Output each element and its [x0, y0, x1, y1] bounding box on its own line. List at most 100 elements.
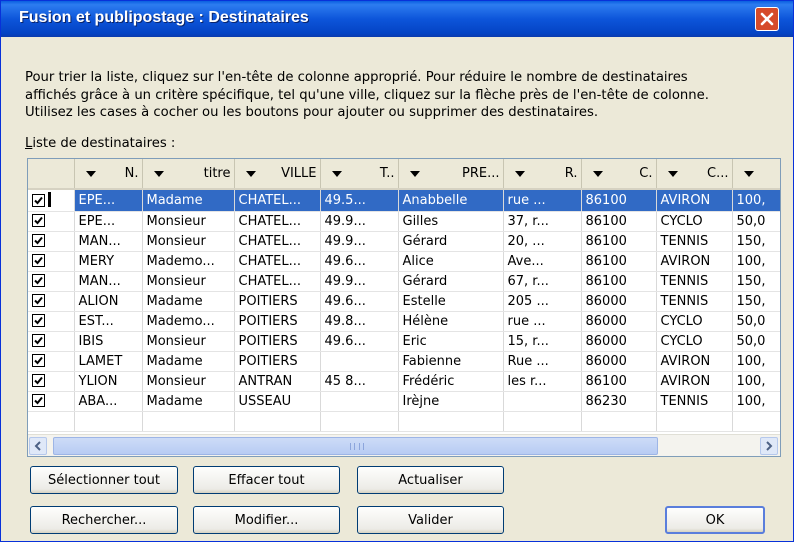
- column-header[interactable]: R.: [503, 159, 582, 190]
- table-cell[interactable]: Monsieur: [142, 331, 235, 352]
- table-cell[interactable]: 15, r...: [503, 331, 582, 352]
- table-cell[interactable]: [74, 411, 143, 432]
- table-cell[interactable]: [142, 411, 235, 432]
- filter-dropdown-icon[interactable]: [743, 170, 754, 177]
- row-checkbox[interactable]: [32, 294, 45, 307]
- table-cell[interactable]: AVIRON: [656, 351, 733, 372]
- column-header[interactable]: C.: [581, 159, 657, 190]
- table-cell[interactable]: Madame: [142, 291, 235, 312]
- table-cell[interactable]: 49.6...: [320, 331, 399, 352]
- table-cell[interactable]: 67, r...: [503, 271, 582, 292]
- table-cell[interactable]: AVIRON: [656, 189, 733, 212]
- row-checkbox[interactable]: [32, 274, 45, 287]
- table-cell[interactable]: EST...: [74, 311, 143, 332]
- table-cell[interactable]: 45 8...: [320, 371, 399, 392]
- table-row[interactable]: ABA... Madame USSEAU Irèjne 86230 TENNIS 100,: [28, 391, 780, 412]
- title-bar[interactable]: Fusion et publipostage : Destinataires: [1, 1, 793, 37]
- table-cell[interactable]: MAN...: [74, 231, 143, 252]
- table-cell[interactable]: Monsieur: [142, 271, 235, 292]
- table-cell[interactable]: TENNIS: [656, 231, 733, 252]
- row-checkbox[interactable]: [32, 374, 45, 387]
- table-cell[interactable]: 86000: [581, 351, 657, 372]
- table-cell[interactable]: 150,: [732, 271, 780, 292]
- table-cell[interactable]: CYCLO: [656, 331, 733, 352]
- table-cell[interactable]: Mademo...: [142, 311, 235, 332]
- table-cell[interactable]: [503, 411, 582, 432]
- table-cell[interactable]: 37, r...: [503, 211, 582, 232]
- table-cell[interactable]: 49.6...: [320, 291, 399, 312]
- table-cell[interactable]: [320, 411, 399, 432]
- table-cell[interactable]: Madame: [142, 351, 235, 372]
- table-cell[interactable]: 100,: [732, 251, 780, 272]
- table-row[interactable]: MAN... Monsieur CHATEL... 49.9... Gérard 20, …: [28, 231, 780, 252]
- table-cell[interactable]: CHATEL...: [234, 231, 321, 252]
- table-cell[interactable]: TENNIS: [656, 391, 733, 412]
- table-cell[interactable]: ANTRAN: [234, 371, 321, 392]
- filter-dropdown-icon[interactable]: [409, 170, 420, 177]
- table-cell[interactable]: Hélène: [398, 311, 504, 332]
- table-cell[interactable]: CYCLO: [656, 211, 733, 232]
- table-cell[interactable]: [581, 411, 657, 432]
- table-cell[interactable]: Gérard: [398, 271, 504, 292]
- table-cell[interactable]: Estelle: [398, 291, 504, 312]
- ok-button[interactable]: OK: [665, 506, 765, 534]
- table-cell[interactable]: [398, 411, 504, 432]
- table-cell[interactable]: Eric: [398, 331, 504, 352]
- table-cell[interactable]: [234, 411, 321, 432]
- table-cell[interactable]: 100,: [732, 371, 780, 392]
- table-cell[interactable]: 50,0: [732, 331, 780, 352]
- table-cell[interactable]: POITIERS: [234, 351, 321, 372]
- table-cell[interactable]: Alice: [398, 251, 504, 272]
- table-cell[interactable]: TENNIS: [656, 271, 733, 292]
- table-cell[interactable]: [503, 391, 582, 412]
- table-cell[interactable]: 86230: [581, 391, 657, 412]
- row-checkbox-cell[interactable]: [28, 351, 75, 372]
- table-cell[interactable]: rue ...: [503, 311, 582, 332]
- table-cell[interactable]: TENNIS: [656, 291, 733, 312]
- table-cell[interactable]: Mademo...: [142, 251, 235, 272]
- table-cell[interactable]: 100,: [732, 351, 780, 372]
- table-cell[interactable]: 49.9...: [320, 211, 399, 232]
- row-checkbox-cell[interactable]: [28, 189, 75, 212]
- table-row[interactable]: MAN... Monsieur CHATEL... 49.9... Gérard 67, …: [28, 271, 780, 292]
- scroll-left-button[interactable]: [29, 437, 47, 455]
- table-cell[interactable]: Frédéric: [398, 371, 504, 392]
- table-cell[interactable]: Rue ...: [503, 351, 582, 372]
- horizontal-scrollbar[interactable]: [28, 434, 780, 456]
- table-cell[interactable]: 86100: [581, 231, 657, 252]
- table-cell[interactable]: 100,: [732, 189, 780, 212]
- table-row[interactable]: EST... Mademo... POITIERS 49.8... Hélène rue …: [28, 311, 780, 332]
- table-cell[interactable]: Irèjne: [398, 391, 504, 412]
- table-cell[interactable]: Ave...: [503, 251, 582, 272]
- table-row[interactable]: LAMET Madame POITIERS Fabienne Rue ... 86000 A…: [28, 351, 780, 372]
- table-row[interactable]: [28, 411, 780, 432]
- table-cell[interactable]: 49.8...: [320, 311, 399, 332]
- table-cell[interactable]: 50,0: [732, 311, 780, 332]
- table-cell[interactable]: Madame: [142, 391, 235, 412]
- filter-dropdown-icon[interactable]: [85, 170, 96, 177]
- table-row[interactable]: ALION Madame POITIERS 49.6... Estelle 205 ...…: [28, 291, 780, 312]
- table-cell[interactable]: 20, ...: [503, 231, 582, 252]
- table-cell[interactable]: MERY: [74, 251, 143, 272]
- table-cell[interactable]: Monsieur: [142, 231, 235, 252]
- row-checkbox[interactable]: [32, 214, 45, 227]
- table-cell[interactable]: AVIRON: [656, 371, 733, 392]
- table-cell[interactable]: [320, 391, 399, 412]
- table-cell[interactable]: 86100: [581, 211, 657, 232]
- table-cell[interactable]: CHATEL...: [234, 251, 321, 272]
- row-checkbox-cell[interactable]: [28, 231, 75, 252]
- table-cell[interactable]: YLION: [74, 371, 143, 392]
- table-cell[interactable]: LAMET: [74, 351, 143, 372]
- table-cell[interactable]: CYCLO: [656, 311, 733, 332]
- row-checkbox[interactable]: [32, 194, 45, 207]
- table-cell[interactable]: 49.5...: [320, 189, 399, 212]
- table-cell[interactable]: 49.6...: [320, 251, 399, 272]
- table-cell[interactable]: Gérard: [398, 231, 504, 252]
- table-cell[interactable]: 50,0: [732, 211, 780, 232]
- table-cell[interactable]: 205 ...: [503, 291, 582, 312]
- row-checkbox-cell[interactable]: [28, 331, 75, 352]
- row-checkbox[interactable]: [32, 314, 45, 327]
- table-cell[interactable]: [732, 411, 780, 432]
- table-cell[interactable]: 86100: [581, 371, 657, 392]
- table-cell[interactable]: IBIS: [74, 331, 143, 352]
